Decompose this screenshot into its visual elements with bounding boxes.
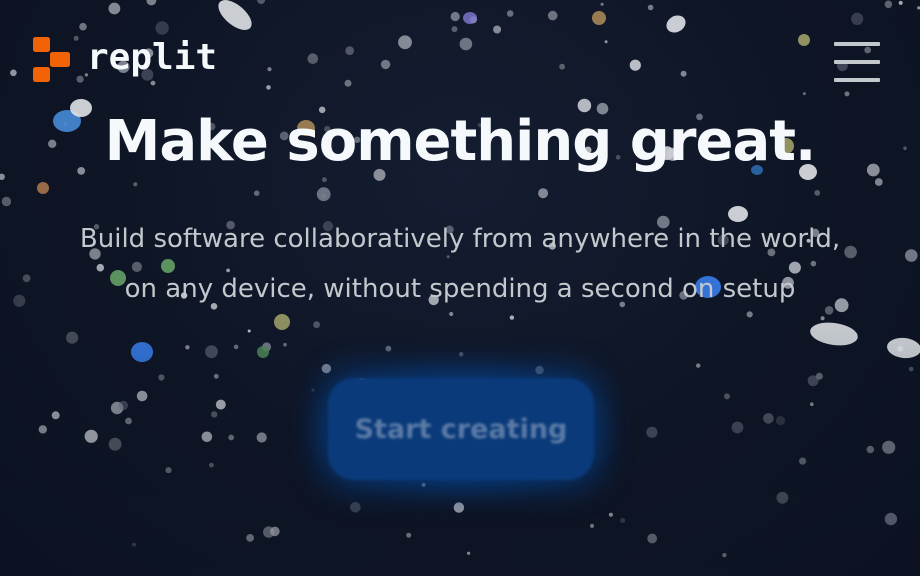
hero-subtitle: Build software collaboratively from anyw… [30, 214, 890, 314]
start-creating-button[interactable]: Start creating [328, 378, 594, 480]
hamburger-menu-icon [834, 42, 880, 82]
menu-button[interactable] [834, 38, 880, 86]
hero-subtitle-line-1: Build software collaboratively from anyw… [79, 224, 841, 254]
site-header: replit [0, 0, 920, 110]
replit-logo-icon [33, 37, 70, 82]
hero-subtitle-line-2: on any device, without spending a second… [124, 274, 796, 304]
brand-wordmark: replit [87, 37, 218, 78]
home-logo-link[interactable]: replit [33, 36, 217, 84]
hero-title: Make something great. [104, 109, 817, 174]
